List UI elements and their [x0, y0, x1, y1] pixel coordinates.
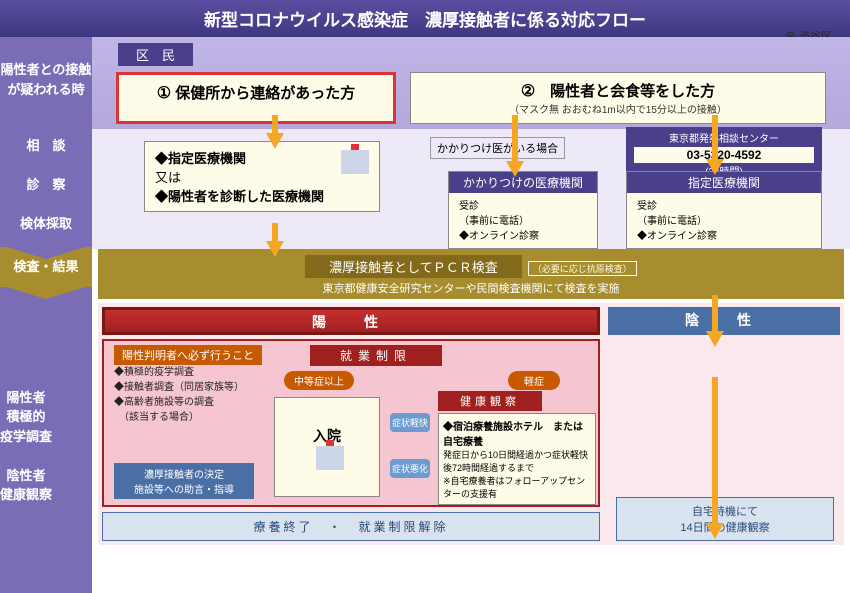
worsen-label: 症状悪化 [390, 459, 430, 478]
end-box: 療養終了 ・ 就業制限解除 [102, 512, 600, 541]
hospital-icon [341, 150, 369, 174]
content: 陽性者との接触が疑われる時 相 談 診 察 検体採取 検査・結果 陽性者 積極的… [0, 37, 850, 593]
sidebar: 陽性者との接触が疑われる時 相 談 診 察 検体採取 検査・結果 陽性者 積極的… [0, 37, 92, 593]
positive-area: 陽性判明者へ必ず行うこと ◆積極的疫学調査◆接触者調査（同居家族等）◆高齢者施設… [102, 339, 600, 507]
todo-header: 陽性判明者へ必ず行うこと [114, 345, 262, 365]
band-pcr: 濃厚接触者としてＰＣＲ検査（必要に応じ抗原検査） 東京都健康安全研究センターや民… [98, 249, 844, 299]
med-box-designated2: 指定医療機関 受診（事前に電話）◆オンライン診察 [626, 171, 822, 249]
hospital-icon [316, 446, 344, 470]
arrow-icon [506, 161, 524, 177]
option-2: ② 陽性者と会食等をした方 （マスク無 おおむね1m以内で15分以上の接触） [410, 72, 826, 124]
band-result: 陽 性 陰 性 陽性判明者へ必ず行うこと ◆積極的疫学調査◆接触者調査（同居家族… [98, 303, 844, 545]
title-bar: 新型コロナウイルス感染症 濃厚接触者に係る対応フロー [0, 0, 850, 37]
has-doctor-label: かかりつけ医がいる場合 [430, 137, 565, 159]
severity-light: 軽症 [508, 371, 560, 390]
arrow-icon [706, 523, 724, 539]
side-survey: 陽性者 積極的 疫学調査 陰性者 健康観察 [0, 287, 92, 593]
option-1: ① 保健所から連絡があった方 [116, 72, 396, 124]
negative-flow: 自宅待機にて 14日間の健康観察 [616, 497, 834, 541]
med-box-family: かかりつけの医療機関 受診（事前に電話）◆オンライン診察 [448, 171, 598, 249]
med-box-designated: ◆指定医療機関 又は ◆陽性者を診断した医療機関 [144, 141, 380, 212]
resident-label: 区 民 [118, 43, 193, 66]
todo-footer: 濃厚接触者の決定 施設等への助言・指導 [114, 463, 254, 499]
arrow-line [712, 295, 718, 335]
arrow-icon [266, 241, 284, 257]
observation-header: 健康観察 [438, 391, 542, 411]
main-flow: 区 民 ① 保健所から連絡があった方 ② 陽性者と会食等をした方 （マスク無 お… [92, 37, 850, 593]
arrow-icon [266, 133, 284, 149]
hospitalization: 入院 [274, 397, 380, 497]
result-positive: 陽 性 [102, 307, 600, 335]
arrow-icon [706, 159, 724, 175]
arrow-icon [706, 331, 724, 347]
band-resident: 区 民 ① 保健所から連絡があった方 ② 陽性者と会食等をした方 （マスク無 お… [92, 37, 850, 129]
todo-list: ◆積極的疫学調査◆接触者調査（同居家族等）◆高齢者施設等の調査 （該当する場合） [114, 365, 244, 425]
severity-mid: 中等症以上 [284, 371, 354, 390]
arrow-line [712, 377, 718, 527]
observation-box: ◆宿泊療養施設ホテル または自宅療養 発症日から10日間経過かつ症状軽快後72時… [438, 413, 596, 505]
band-consult: かかりつけ医がいる場合 東京都発熱相談センター 03-5320-4592 (24… [92, 129, 850, 249]
improve-label: 症状軽快 [390, 413, 430, 432]
result-negative: 陰 性 [608, 307, 840, 335]
arrow-line [712, 115, 718, 163]
side-consult: 相 談 診 察 検体採取 [0, 122, 92, 247]
arrow-line [512, 115, 518, 165]
side-contact: 陽性者との接触が疑われる時 [0, 37, 92, 122]
work-restriction: 就業制限 [310, 345, 442, 366]
